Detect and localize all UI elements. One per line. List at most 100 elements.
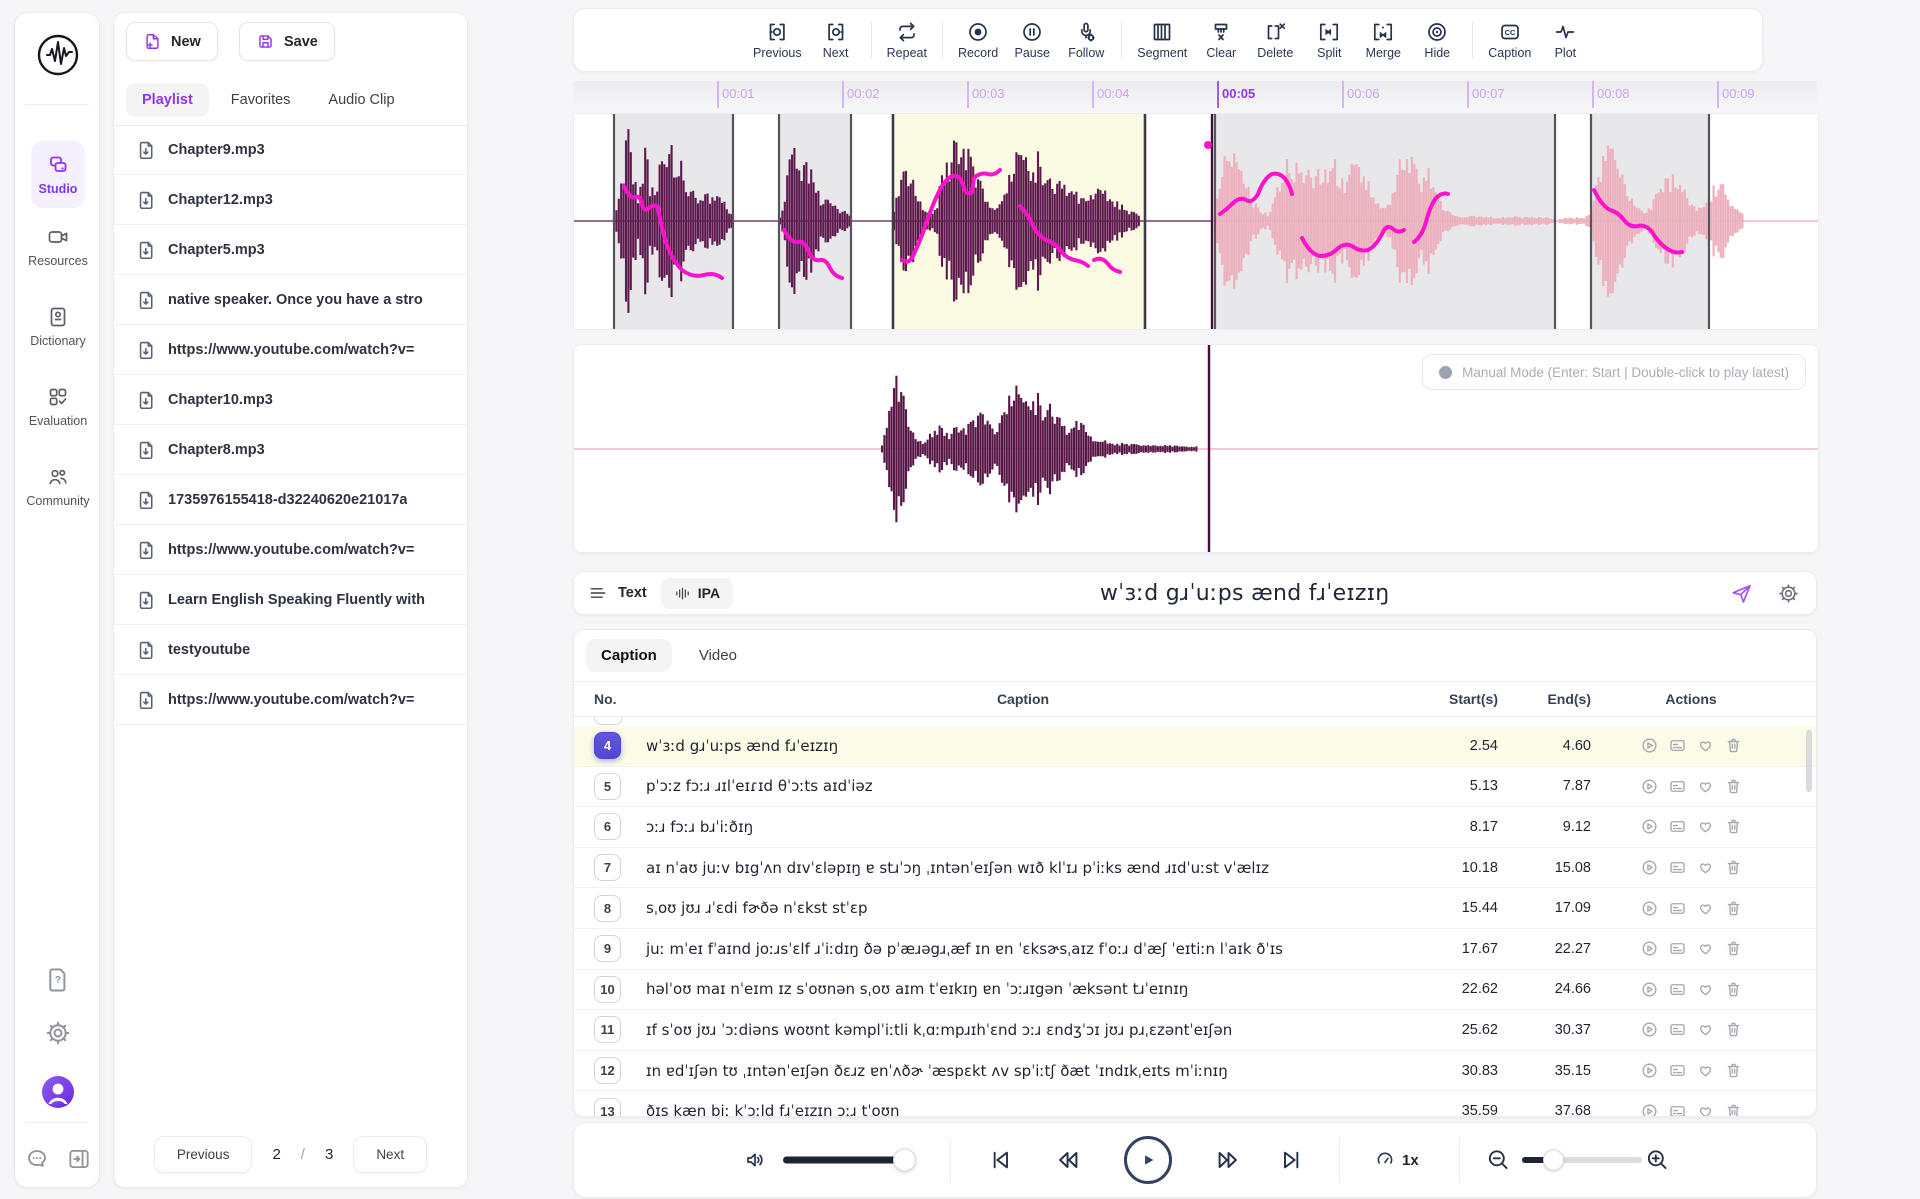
row-subtitle-button[interactable]	[1668, 817, 1687, 836]
feedback-chat-button[interactable]	[24, 1146, 50, 1172]
playlist-item[interactable]: Chapter12.mp3	[114, 175, 467, 225]
row-number-badge[interactable]: 8	[594, 895, 621, 922]
row-favorite-button[interactable]	[1696, 899, 1715, 918]
row-play-button[interactable]	[1640, 858, 1659, 877]
recording-waveform-panel[interactable]: Manual Mode (Enter: Start | Double-click…	[573, 344, 1819, 553]
zoom-slider-knob[interactable]	[1543, 1150, 1564, 1171]
row-play-button[interactable]	[1640, 817, 1659, 836]
playlist-item[interactable]: Chapter10.mp3	[114, 375, 467, 425]
playlist-item[interactable]: Chapter9.mp3	[114, 125, 467, 175]
row-number-badge[interactable]: 6	[594, 813, 621, 840]
row-favorite-button[interactable]	[1696, 1102, 1715, 1117]
row-favorite-button[interactable]	[1696, 1020, 1715, 1039]
delete-button[interactable]: Delete	[1255, 20, 1295, 60]
pause-button[interactable]: Pause	[1012, 20, 1052, 60]
sidebar-item-community[interactable]: Community	[27, 465, 89, 508]
table-row[interactable]: 10 həlˈoʊ maɪ nˈeɪm ɪz sˈoʊnən sˌoʊ aɪm …	[574, 970, 1816, 1011]
segment-button[interactable]: Segment	[1137, 20, 1187, 60]
table-row[interactable]: 12 ɪn ɐdˈɪʃən tʊ ˌɪntənˈeɪʃən ðɛɹz ɐnˈʌð…	[574, 1051, 1816, 1092]
zoom-in-button[interactable]	[1644, 1147, 1671, 1174]
row-number-badge[interactable]: 4	[594, 732, 621, 759]
row-number-badge[interactable]: 13	[594, 1098, 621, 1117]
row-subtitle-button[interactable]	[1668, 1102, 1687, 1117]
tab-caption[interactable]: Caption	[586, 639, 672, 672]
table-row[interactable]: 6 ɔːɹ fɔːɹ bɹˈiːðɪŋ 8.17 9.12	[574, 807, 1816, 848]
row-favorite-button[interactable]	[1696, 817, 1715, 836]
row-subtitle-button[interactable]	[1668, 1061, 1687, 1080]
table-row[interactable]: 7 aɪ nˈaʊ juːv bɪgˈʌn dɪvˈɛləpɪŋ ɐ stɹˈɔ…	[574, 848, 1816, 889]
playlist-item[interactable]: Chapter5.mp3	[114, 225, 467, 275]
list-menu-icon[interactable]	[588, 583, 608, 603]
row-play-button[interactable]	[1640, 899, 1659, 918]
split-button[interactable]: Split	[1309, 20, 1349, 60]
playlist-item[interactable]: native speaker. Once you have a stro	[114, 275, 467, 325]
row-delete-button[interactable]	[1724, 1061, 1743, 1080]
tab-playlist[interactable]: Playlist	[126, 83, 209, 117]
row-play-button[interactable]	[1640, 1061, 1659, 1080]
main-waveform[interactable]	[573, 113, 1819, 330]
row-play-button[interactable]	[1640, 777, 1659, 796]
tab-audio-clip[interactable]: Audio Clip	[312, 83, 410, 117]
merge-button[interactable]: Merge	[1363, 20, 1403, 60]
row-favorite-button[interactable]	[1696, 1061, 1715, 1080]
row-subtitle-button[interactable]	[1668, 1020, 1687, 1039]
sidebar-item-dictionary[interactable]: Dictionary	[27, 305, 89, 348]
save-button[interactable]: Save	[239, 22, 335, 61]
row-delete-button[interactable]	[1724, 777, 1743, 796]
record-button[interactable]: Record	[958, 20, 998, 60]
plot-button[interactable]: Plot	[1545, 20, 1585, 60]
row-delete-button[interactable]	[1724, 736, 1743, 755]
zoom-out-button[interactable]	[1485, 1147, 1512, 1174]
ipa-mode-toggle[interactable]: IPA	[661, 578, 733, 609]
timeline-ruler[interactable]: 00:01 00:02 00:03 00:04 00:05 00:06 00:0…	[573, 81, 1817, 108]
table-row[interactable]: 8 sˌoʊ jʊɹ ɹˈɛdi fɚðə nˈɛkst stˈɛp 15.44…	[574, 888, 1816, 929]
row-delete-button[interactable]	[1724, 858, 1743, 877]
next-segment-button[interactable]: Next	[816, 20, 856, 60]
row-subtitle-button[interactable]	[1668, 777, 1687, 796]
row-subtitle-button[interactable]	[1668, 899, 1687, 918]
follow-button[interactable]: Follow	[1066, 20, 1106, 60]
row-subtitle-button[interactable]	[1668, 980, 1687, 999]
repeat-button[interactable]: Repeat	[887, 20, 927, 60]
volume-slider[interactable]	[783, 1157, 909, 1164]
row-delete-button[interactable]	[1724, 939, 1743, 958]
playlist-item[interactable]: Learn English Speaking Fluently with	[114, 575, 467, 625]
tab-favorites[interactable]: Favorites	[215, 83, 307, 117]
play-button[interactable]	[1124, 1136, 1172, 1184]
table-row[interactable]: 5 pˈɔːz fɔːɹ ɹɪlˈeɪɾɪd θˈɔːts aɪdˈiəz 5.…	[574, 767, 1816, 808]
new-button[interactable]: New	[126, 22, 218, 61]
row-play-button[interactable]	[1640, 736, 1659, 755]
sidebar-item-resources[interactable]: Resources	[27, 225, 89, 268]
help-button[interactable]: ?	[15, 965, 101, 993]
row-play-button[interactable]	[1640, 980, 1659, 999]
sidebar-item-studio[interactable]: Studio	[31, 141, 85, 208]
skip-to-start-button[interactable]	[987, 1147, 1014, 1174]
table-row[interactable]: 11 ɪf sˈoʊ jʊɹ ˈɔːdiəns woʊnt kəmplˈiːtl…	[574, 1010, 1816, 1051]
table-scrollbar[interactable]	[1806, 730, 1812, 792]
clear-button[interactable]: Clear	[1201, 20, 1241, 60]
row-play-button[interactable]	[1640, 1020, 1659, 1039]
user-avatar[interactable]	[15, 1075, 101, 1109]
row-number-badge[interactable]: 11	[594, 1016, 621, 1043]
row-delete-button[interactable]	[1724, 817, 1743, 836]
row-delete-button[interactable]	[1724, 1102, 1743, 1117]
pagination-previous-button[interactable]: Previous	[154, 1136, 253, 1173]
playlist-item[interactable]: https://www.youtube.com/watch?v=	[114, 325, 467, 375]
settings-button[interactable]	[15, 1019, 101, 1047]
playlist-item[interactable]: Chapter8.mp3	[114, 425, 467, 475]
table-row[interactable]: 13 ðɪs kæn biː kˈɔːld fɹˈeɪzɪn ɔːɹ tˈoʊn…	[574, 1091, 1816, 1117]
row-delete-button[interactable]	[1724, 980, 1743, 999]
playlist-item[interactable]: 1735976155418-d32240620e21017a	[114, 475, 467, 525]
row-play-button[interactable]	[1640, 939, 1659, 958]
hide-button[interactable]: Hide	[1417, 20, 1457, 60]
text-mode-label[interactable]: Text	[618, 585, 647, 601]
row-delete-button[interactable]	[1724, 1020, 1743, 1039]
row-subtitle-button[interactable]	[1668, 858, 1687, 877]
row-favorite-button[interactable]	[1696, 858, 1715, 877]
skip-to-end-button[interactable]	[1278, 1147, 1305, 1174]
rewind-button[interactable]	[1054, 1146, 1082, 1174]
tab-video[interactable]: Video	[684, 639, 752, 672]
row-favorite-button[interactable]	[1696, 939, 1715, 958]
volume-icon[interactable]	[744, 1148, 768, 1172]
fast-forward-button[interactable]	[1214, 1146, 1242, 1174]
